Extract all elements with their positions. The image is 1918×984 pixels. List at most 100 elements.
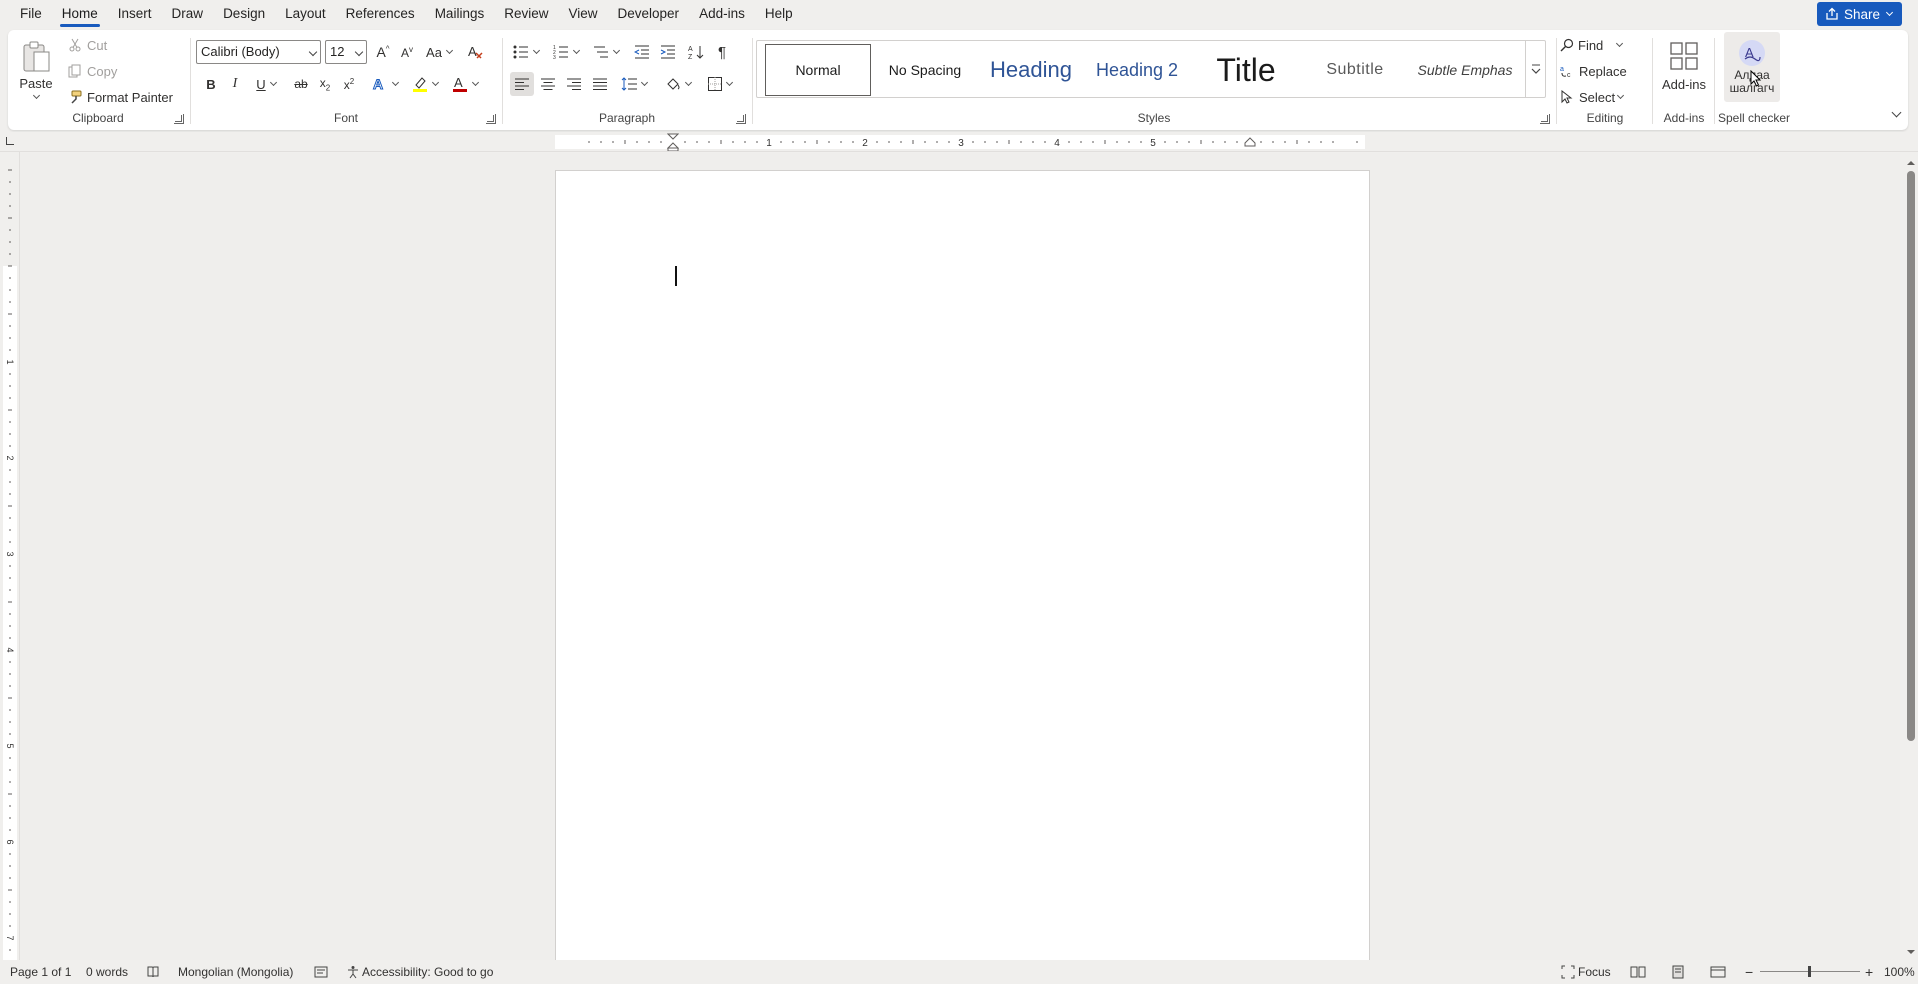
- text-effects-button[interactable]: A: [368, 72, 402, 96]
- shading-button[interactable]: [660, 72, 696, 96]
- document-canvas: [20, 153, 1900, 960]
- collapse-ribbon-button[interactable]: [1888, 106, 1904, 122]
- separator: [502, 38, 503, 124]
- page-count[interactable]: Page 1 of 1: [10, 960, 71, 984]
- paste-button[interactable]: Paste: [16, 34, 56, 104]
- font-color-chevron-icon: [471, 78, 480, 86]
- clipboard-launcher-icon[interactable]: [174, 114, 184, 124]
- menu-help[interactable]: Help: [755, 0, 803, 28]
- accessibility-status[interactable]: Accessibility: Good to go: [362, 960, 493, 984]
- copy-button[interactable]: Copy: [68, 61, 117, 81]
- styles-launcher-icon[interactable]: [1540, 114, 1550, 124]
- increase-indent-button[interactable]: [656, 40, 680, 64]
- justify-button[interactable]: [588, 72, 612, 96]
- italic-button[interactable]: I: [224, 72, 246, 96]
- macro-record-icon[interactable]: [314, 965, 328, 979]
- right-indent-marker[interactable]: [1244, 137, 1256, 149]
- scroll-up-icon[interactable]: [1904, 157, 1918, 169]
- font-group: Calibri (Body) 12 A^ Av Aa A B I U ab x2…: [192, 30, 500, 130]
- menu-home[interactable]: Home: [52, 0, 108, 28]
- language-indicator[interactable]: Mongolian (Mongolia): [178, 960, 293, 984]
- change-case-button[interactable]: Aa: [422, 40, 456, 64]
- menu-file[interactable]: File: [10, 0, 52, 28]
- zoom-level[interactable]: 100%: [1884, 960, 1915, 984]
- word-count[interactable]: 0 words: [86, 960, 128, 984]
- select-button[interactable]: Select: [1560, 87, 1625, 107]
- menu-mailings[interactable]: Mailings: [425, 0, 495, 28]
- menu-layout[interactable]: Layout: [275, 0, 336, 28]
- superscript-button[interactable]: x2: [338, 72, 360, 96]
- decrease-indent-button[interactable]: [630, 40, 654, 64]
- find-button[interactable]: Find: [1560, 35, 1624, 55]
- show-formatting-button[interactable]: ¶: [710, 40, 734, 64]
- borders-button[interactable]: [702, 72, 738, 96]
- addins-group: Add-ins Add-ins: [1654, 30, 1714, 130]
- menu-design[interactable]: Design: [213, 0, 275, 28]
- borders-chevron-icon: [725, 78, 734, 86]
- sort-button[interactable]: A Z: [684, 40, 708, 64]
- underline-button[interactable]: U: [248, 72, 284, 96]
- ruler-number: 5: [1150, 138, 1156, 149]
- underline-chevron-icon: [269, 78, 277, 86]
- font-color-button[interactable]: A: [448, 72, 482, 96]
- scroll-down-icon[interactable]: [1904, 946, 1918, 958]
- read-mode-icon[interactable]: [1630, 965, 1646, 979]
- decrease-indent-icon: [634, 45, 649, 59]
- print-layout-icon[interactable]: [1670, 965, 1686, 979]
- document-page[interactable]: [555, 170, 1370, 960]
- font-family-select[interactable]: Calibri (Body): [196, 40, 321, 64]
- cut-button[interactable]: Cut: [68, 35, 107, 55]
- menu-draw[interactable]: Draw: [162, 0, 214, 28]
- proofing-book-icon[interactable]: [146, 965, 160, 979]
- menu-developer[interactable]: Developer: [608, 0, 690, 28]
- menu-view[interactable]: View: [558, 0, 607, 28]
- strikethrough-button[interactable]: ab: [290, 72, 312, 96]
- multilevel-list-button[interactable]: [588, 40, 624, 64]
- web-layout-icon[interactable]: [1710, 965, 1726, 979]
- font-launcher-icon[interactable]: [486, 114, 496, 124]
- align-left-button[interactable]: [510, 72, 534, 96]
- align-center-button[interactable]: [536, 72, 560, 96]
- subscript-button[interactable]: x2: [314, 72, 336, 96]
- clear-formatting-button[interactable]: A: [464, 40, 488, 64]
- highlight-button[interactable]: [408, 72, 442, 96]
- find-label: Find: [1578, 37, 1604, 53]
- format-painter-button[interactable]: Format Painter: [68, 87, 173, 107]
- menu-addins[interactable]: Add-ins: [689, 0, 755, 28]
- line-spacing-button[interactable]: [616, 72, 652, 96]
- share-button[interactable]: Share: [1816, 2, 1902, 26]
- zoom-in-button[interactable]: +: [1865, 960, 1873, 984]
- copy-icon: [68, 64, 81, 78]
- spell-checker-group-label: Spell checker: [1717, 111, 1791, 125]
- addins-button[interactable]: Add-ins: [1656, 34, 1712, 98]
- scrollbar-thumb[interactable]: [1907, 171, 1915, 741]
- font-family-chevron-icon: [308, 47, 318, 57]
- menu-bar: File Home Insert Draw Design Layout Refe…: [0, 0, 1918, 28]
- menu-review[interactable]: Review: [494, 0, 558, 28]
- font-size-select[interactable]: 12: [325, 40, 367, 64]
- spell-check-button[interactable]: A Алдаа шалгагч: [1724, 32, 1780, 102]
- align-right-button[interactable]: [562, 72, 586, 96]
- menu-insert[interactable]: Insert: [108, 0, 162, 28]
- multilevel-chevron-icon: [612, 46, 621, 54]
- font-color-icon: A: [453, 75, 467, 92]
- vertical-scrollbar[interactable]: [1904, 155, 1918, 960]
- ruler-number: 2: [862, 138, 868, 149]
- vertical-ruler-number: 4: [5, 647, 15, 652]
- paragraph-launcher-icon[interactable]: [736, 114, 746, 124]
- zoom-slider[interactable]: [1760, 966, 1860, 977]
- zoom-out-button[interactable]: −: [1745, 960, 1753, 984]
- numbering-button[interactable]: 1 2 3: [548, 40, 584, 64]
- bold-button[interactable]: B: [200, 72, 222, 96]
- replace-button[interactable]: a c Replace: [1560, 61, 1627, 81]
- first-line-indent-marker[interactable]: [667, 133, 679, 151]
- focus-mode-button[interactable]: Focus: [1578, 960, 1611, 984]
- zoom-slider-thumb[interactable]: [1808, 966, 1811, 977]
- bullets-button[interactable]: [508, 40, 544, 64]
- grow-font-button[interactable]: A^: [372, 40, 394, 64]
- paste-icon: [23, 41, 50, 72]
- shrink-font-button[interactable]: Av: [396, 40, 418, 64]
- replace-label: Replace: [1579, 63, 1627, 79]
- vertical-ruler-number: 3: [5, 551, 15, 556]
- menu-references[interactable]: References: [336, 0, 425, 28]
